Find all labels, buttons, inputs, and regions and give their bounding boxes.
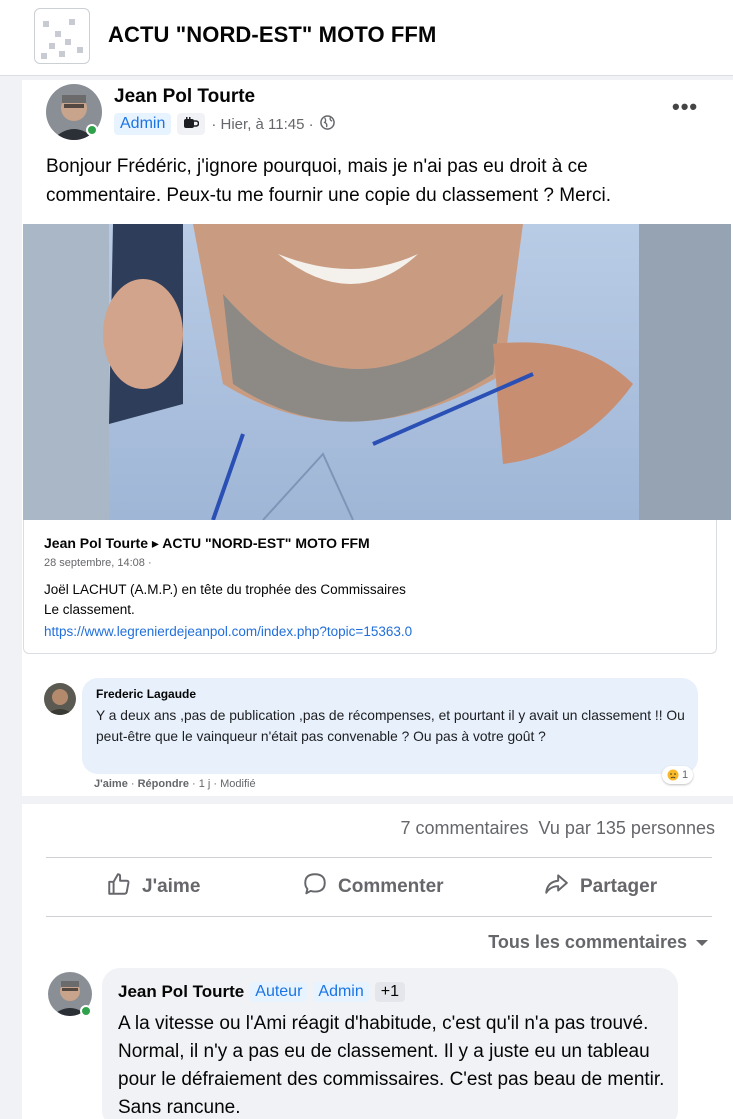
post-text: Bonjour Frédéric, j'ignore pourquoi, mai… — [46, 156, 611, 206]
post-options-button[interactable]: ••• — [672, 94, 698, 120]
comment-text: A la vitesse ou l'Ami réagit d'habitude,… — [118, 1013, 665, 1118]
shared-post-line-2: Le classement. — [44, 602, 135, 617]
admin-badge[interactable]: Admin — [313, 982, 369, 1002]
share-button[interactable]: Partager — [542, 872, 657, 902]
shared-comment-like-link[interactable]: J'aime — [94, 778, 128, 790]
more-badges[interactable]: +1 — [374, 982, 406, 1002]
post-meta: Admin · Hier, à 11:45 · — [114, 112, 335, 136]
post-timestamp[interactable]: · Hier, à 11:45 · — [211, 116, 313, 133]
comment-label: Commenter — [338, 876, 444, 897]
reaction-count: 1 — [682, 769, 689, 781]
coffee-cup-icon[interactable] — [177, 113, 206, 135]
comment-button[interactable]: Commenter — [302, 872, 444, 902]
share-arrow-icon — [542, 871, 570, 903]
shared-comment-author[interactable]: Frederic Lagaude — [96, 687, 196, 701]
shared-post-line-1: Joël LACHUT (A.M.P.) en tête du trophée … — [44, 582, 406, 597]
link-preview[interactable]: Jean Pol Tourte ▸ ACTU "NORD-EST" MOTO F… — [23, 520, 717, 654]
group-header: ACTU "NORD-EST" MOTO FFM — [0, 0, 733, 76]
globe-icon — [319, 114, 335, 134]
comment-count[interactable]: 7 commentaires — [400, 818, 528, 839]
shared-post-date: 28 septembre, 14:08 · — [44, 557, 152, 569]
shared-comment-actions: J'aime · Répondre · 1 j · Modifié — [94, 778, 256, 790]
shared-comment-text: Y a deux ans ,pas de publication ,pas de… — [96, 708, 685, 744]
like-label: J'aime — [142, 876, 201, 897]
caret-down-icon — [695, 932, 709, 953]
shared-comment-bubble: Frederic Lagaude Y a deux ans ,pas de pu… — [82, 678, 698, 774]
thumbs-up-icon — [106, 871, 132, 903]
divider — [46, 916, 712, 917]
commenter-avatar[interactable] — [44, 683, 76, 715]
reaction-chip[interactable]: 1 — [662, 766, 694, 784]
share-label: Partager — [580, 876, 658, 897]
view-count[interactable]: Vu par 135 personnes — [539, 818, 715, 839]
post-stats: 7 commentaires Vu par 135 personnes — [400, 818, 715, 839]
online-status-icon — [86, 124, 98, 136]
group-thumbnail[interactable] — [34, 8, 90, 64]
comment-bubble-icon — [302, 871, 328, 903]
comment-header: Jean Pol Tourte Auteur Admin +1 — [118, 982, 406, 1002]
post-author-name[interactable]: Jean Pol Tourte — [114, 86, 255, 108]
admin-badge[interactable]: Admin — [114, 113, 172, 135]
sad-reaction-icon — [667, 769, 679, 781]
divider — [46, 857, 712, 858]
shared-comment-reply-link[interactable]: Répondre — [138, 778, 189, 790]
comment-author-name[interactable]: Jean Pol Tourte — [118, 982, 244, 1002]
comment-bubble: Jean Pol Tourte Auteur Admin +1 A la vit… — [102, 968, 678, 1119]
section-gap — [22, 796, 733, 804]
sort-label: Tous les commentaires — [488, 932, 687, 952]
like-button[interactable]: J'aime — [106, 872, 200, 902]
shared-photo[interactable] — [23, 224, 731, 520]
group-name[interactable]: ACTU "NORD-EST" MOTO FFM — [108, 22, 436, 48]
shared-comment-meta: · 1 j · Modifié — [192, 778, 256, 790]
shared-post-title[interactable]: Jean Pol Tourte ▸ ACTU "NORD-EST" MOTO F… — [44, 535, 370, 552]
shared-post-link[interactable]: https://www.legrenierdejeanpol.com/index… — [44, 624, 412, 639]
online-status-icon — [80, 1005, 92, 1017]
author-badge[interactable]: Auteur — [250, 982, 308, 1002]
comment-sort-dropdown[interactable]: Tous les commentaires — [488, 932, 709, 953]
